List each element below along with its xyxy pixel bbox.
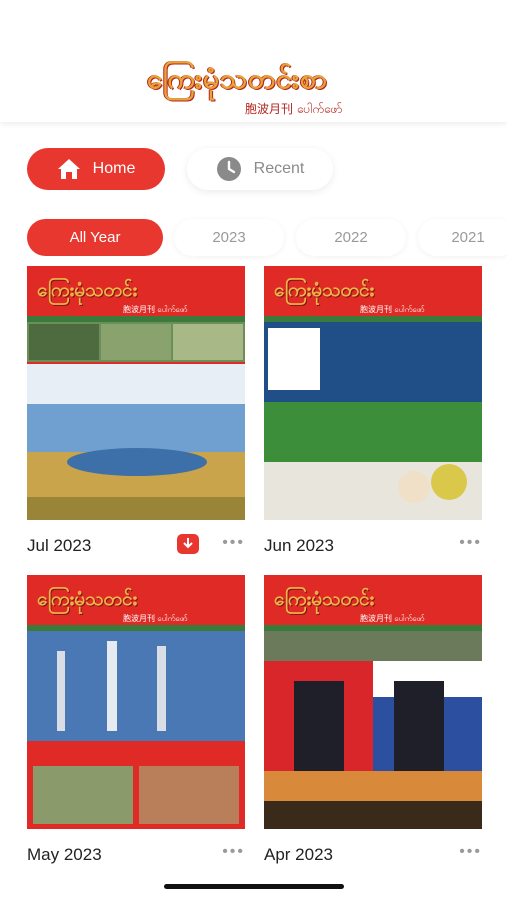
magazine-cover[interactable]: ကြေးမုံသတင်း 胞波月刊 ပေါက်ဖော်	[264, 575, 482, 829]
cover-masthead: ကြေးမုံသတင်း 胞波月刊 ပေါက်ဖော်	[27, 575, 245, 625]
more-options-icon[interactable]: •••	[222, 843, 245, 861]
cover-masthead: ကြေးမုံသတင်း 胞波月刊 ပေါက်ဖော်	[264, 266, 482, 316]
year-filter-2021[interactable]: 2021	[418, 219, 507, 256]
cover-photo	[27, 631, 245, 824]
year-filter-label: All Year	[69, 229, 121, 246]
cover-subtitle: 胞波月刊 ပေါက်ဖော်	[360, 305, 425, 314]
recent-tab-button[interactable]: Recent	[187, 148, 333, 190]
more-options-icon[interactable]: •••	[459, 843, 482, 861]
magazine-cover[interactable]: ကြေးမုံသတင်း 胞波月刊 ပေါက်ဖော်	[27, 266, 245, 520]
home-tab-label: Home	[92, 160, 136, 177]
downloaded-icon[interactable]	[177, 534, 199, 554]
year-filter-label: 2022	[334, 229, 368, 246]
cover-photo	[264, 322, 482, 520]
home-indicator	[164, 884, 344, 889]
cover-masthead: ကြေးမုံသတင်း 胞波月刊 ပေါက်ဖော်	[264, 575, 482, 625]
cover-subtitle: 胞波月刊 ပေါက်ဖော်	[123, 614, 188, 623]
cover-masthead: ကြေးမုံသတင်း 胞波月刊 ပေါက်ဖော်	[27, 266, 245, 316]
clock-icon	[216, 157, 241, 181]
magazine-cover[interactable]: ကြေးမုံသတင်း 胞波月刊 ပေါက်ဖော်	[27, 575, 245, 829]
logo-subtitle: 胞波月刊 ပေါက်ဖော်	[245, 102, 343, 116]
year-filter-2022[interactable]: 2022	[296, 219, 406, 256]
year-filter-2023[interactable]: 2023	[174, 219, 284, 256]
year-filter-label: 2023	[212, 229, 246, 246]
magazine-issue-label: Apr 2023	[264, 845, 333, 864]
year-filter-all[interactable]: All Year	[27, 219, 163, 256]
cover-photo	[27, 322, 245, 520]
cover-title: ကြေးမုံသတင်း	[274, 588, 375, 610]
logo-text: ကြေးမုံသတင်းစာ	[147, 62, 329, 95]
app-logo: ကြေးမုံသတင်းစာ 胞波月刊 ပေါက်ဖော်	[147, 60, 361, 118]
magazine-issue-label: Jul 2023	[27, 536, 92, 555]
cover-subtitle: 胞波月刊 ပေါက်ဖော်	[360, 614, 425, 623]
home-tab-button[interactable]: Home	[27, 148, 165, 190]
magazine-issue-label: Jun 2023	[264, 536, 334, 555]
magazine-issue-label: May 2023	[27, 845, 102, 864]
house-icon	[57, 159, 80, 179]
cover-photo	[264, 631, 482, 829]
cover-title: ကြေးမုံသတင်း	[37, 588, 138, 610]
more-options-icon[interactable]: •••	[222, 534, 245, 552]
year-filter-label: 2021	[451, 229, 485, 246]
magazine-cover[interactable]: ကြေးမုံသတင်း 胞波月刊 ပေါက်ဖော်	[264, 266, 482, 520]
recent-tab-label: Recent	[253, 160, 305, 177]
cover-subtitle: 胞波月刊 ပေါက်ဖော်	[123, 305, 188, 314]
cover-title: ကြေးမုံသတင်း	[274, 279, 375, 301]
app-header: ကြေးမုံသတင်းစာ 胞波月刊 ပေါက်ဖော်	[0, 0, 507, 122]
cover-title: ကြေးမုံသတင်း	[37, 279, 138, 301]
more-options-icon[interactable]: •••	[459, 534, 482, 552]
